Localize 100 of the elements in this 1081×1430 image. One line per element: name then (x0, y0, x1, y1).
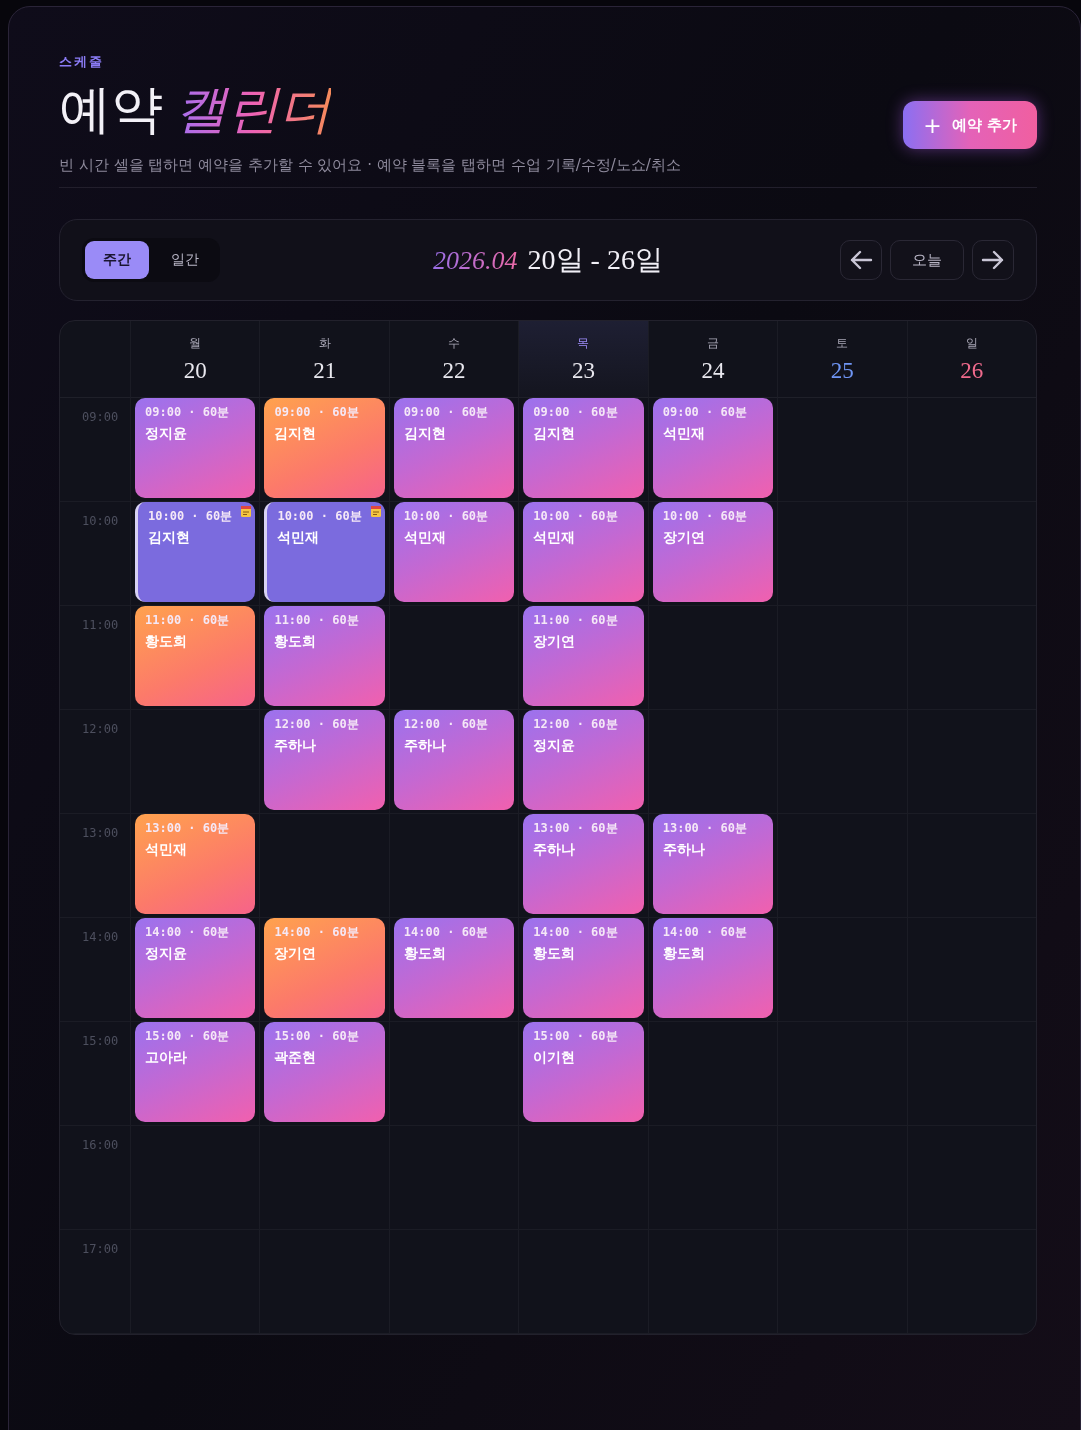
booking-block[interactable]: 10:00 · 60분 석민재 (393, 502, 515, 603)
booking-name: 곽준현 (274, 1049, 318, 1068)
booking-name: 이기현 (533, 1049, 577, 1068)
booking-time: 10:00 · 60분 (533, 508, 619, 526)
booking-block[interactable]: 15:00 · 60분 이기현 (523, 1022, 644, 1123)
empty-time-slot[interactable] (906, 502, 1036, 607)
booking-block[interactable]: 10:00 · 60분 석민재 (523, 502, 644, 603)
booking-time: 11:00 · 60분 (145, 612, 231, 630)
time-label: 12:00 (82, 722, 119, 737)
booking-block[interactable]: 15:00 · 60분 곽준현 (264, 1022, 385, 1123)
booking-name: 주하나 (403, 737, 447, 756)
view-tab[interactable]: 일간 (153, 241, 217, 280)
booking-name: 장기연 (274, 945, 318, 964)
booking-name: 정지윤 (145, 945, 188, 964)
booking-block[interactable]: 11:00 · 60분 황도희 (264, 606, 385, 707)
booking-name: 김지현 (403, 425, 447, 444)
booking-time: 10:00 · 60분 (148, 508, 234, 526)
empty-time-slot[interactable] (906, 606, 1036, 711)
note-icon (240, 505, 253, 519)
booking-name: 정지윤 (533, 737, 577, 756)
booking-name: 고아라 (145, 1049, 188, 1068)
day-header[interactable]: 일 26 (906, 321, 1036, 399)
empty-time-slot[interactable] (130, 1230, 260, 1335)
view-tab[interactable]: 주간 (85, 241, 149, 280)
booking-name: 정지윤 (145, 425, 188, 444)
day-header[interactable]: 토 25 (777, 321, 907, 399)
booking-name: 황도희 (274, 633, 318, 652)
booking-time: 10:00 · 60분 (662, 508, 748, 526)
booking-time: 09:00 · 60분 (533, 404, 619, 422)
booking-block[interactable]: 14:00 · 60분 황도희 (523, 918, 644, 1019)
booking-time: 12:00 · 60분 (403, 716, 490, 734)
booking-time: 09:00 · 60분 (662, 404, 748, 422)
booking-block[interactable]: 14:00 · 60분 황도희 (652, 918, 774, 1019)
booking-name: 황도희 (533, 945, 577, 964)
booking-time: 14:00 · 60분 (274, 924, 360, 942)
booking-time: 11:00 · 60분 (274, 612, 360, 630)
booking-time: 09:00 · 60분 (145, 404, 231, 422)
time-label: 16:00 (82, 1138, 119, 1153)
booking-block[interactable]: 14:00 · 60분 정지윤 (135, 918, 256, 1019)
booking-name: 석민재 (533, 529, 577, 548)
booking-time: 15:00 · 60분 (274, 1028, 360, 1046)
time-label: 10:00 (82, 514, 119, 529)
booking-name: 황도희 (403, 945, 447, 964)
booking-time: 13:00 · 60분 (145, 820, 231, 838)
booking-block[interactable]: 12:00 · 60분 주하나 (264, 710, 385, 811)
booking-block[interactable]: 11:00 · 60분 황도희 (135, 606, 256, 707)
booking-block[interactable]: 09:00 · 60분 김지현 (264, 398, 385, 499)
empty-time-slot[interactable] (518, 1230, 648, 1335)
booking-name: 장기연 (662, 529, 706, 548)
booking-block[interactable]: 10:00 · 60분 석민재 (264, 502, 385, 603)
booking-time: 14:00 · 60분 (662, 924, 748, 942)
booking-block[interactable]: 09:00 · 60분 김지현 (393, 398, 515, 499)
booking-time: 09:00 · 60분 (403, 404, 490, 422)
time-label: 14:00 (82, 930, 119, 945)
empty-time-slot[interactable] (388, 1230, 519, 1335)
booking-time: 14:00 · 60분 (403, 924, 490, 942)
booking-block[interactable]: 14:00 · 60분 장기연 (264, 918, 385, 1019)
booking-time: 12:00 · 60분 (533, 716, 619, 734)
add-booking-button[interactable]: + 예약 추가 (903, 101, 1037, 150)
time-label: 09:00 (82, 410, 119, 425)
empty-time-slot[interactable] (647, 1230, 778, 1335)
booking-name: 석민재 (403, 529, 447, 548)
booking-block[interactable]: 11:00 · 60분 장기연 (523, 606, 644, 707)
next-button[interactable] (972, 240, 1014, 281)
booking-name: 석민재 (145, 841, 188, 860)
booking-name: 주하나 (533, 841, 577, 860)
day-header[interactable]: 목 23 (518, 321, 648, 399)
booking-name: 석민재 (662, 425, 706, 444)
booking-block[interactable]: 10:00 · 60분 김지현 (135, 502, 256, 603)
empty-time-slot[interactable] (906, 398, 1036, 503)
page-title: 예약 (59, 81, 163, 139)
note-icon (369, 505, 382, 519)
booking-block[interactable]: 13:00 · 60분 석민재 (135, 814, 256, 915)
booking-name: 김지현 (274, 425, 318, 444)
booking-block[interactable]: 12:00 · 60분 정지윤 (523, 710, 644, 811)
booking-block[interactable]: 09:00 · 60분 정지윤 (135, 398, 256, 499)
booking-block[interactable]: 10:00 · 60분 장기연 (652, 502, 774, 603)
booking-name: 김지현 (148, 529, 191, 548)
booking-time: 14:00 · 60분 (533, 924, 619, 942)
booking-name: 석민재 (277, 529, 321, 548)
booking-block[interactable]: 13:00 · 60분 주하나 (652, 814, 774, 915)
booking-time: 12:00 · 60분 (274, 716, 360, 734)
today-button[interactable]: 오늘 (890, 240, 964, 281)
empty-time-slot[interactable] (259, 1230, 389, 1335)
booking-name: 황도희 (145, 633, 188, 652)
booking-name: 황도희 (662, 945, 706, 964)
booking-block[interactable]: 13:00 · 60분 주하나 (523, 814, 644, 915)
booking-block[interactable]: 09:00 · 60분 김지현 (523, 398, 644, 499)
previous-button[interactable] (840, 240, 882, 281)
booking-block[interactable]: 12:00 · 60분 주하나 (393, 710, 515, 811)
booking-time: 09:00 · 60분 (274, 404, 360, 422)
booking-block[interactable]: 15:00 · 60분 고아라 (135, 1022, 256, 1123)
booking-name: 김지현 (533, 425, 577, 444)
booking-time: 11:00 · 60분 (533, 612, 619, 630)
booking-block[interactable]: 14:00 · 60분 황도희 (393, 918, 515, 1019)
booking-time: 13:00 · 60분 (533, 820, 619, 838)
booking-block[interactable]: 09:00 · 60분 석민재 (652, 398, 774, 499)
booking-time: 15:00 · 60분 (533, 1028, 619, 1046)
booking-time: 10:00 · 60분 (277, 508, 363, 526)
booking-time: 15:00 · 60분 (145, 1028, 231, 1046)
